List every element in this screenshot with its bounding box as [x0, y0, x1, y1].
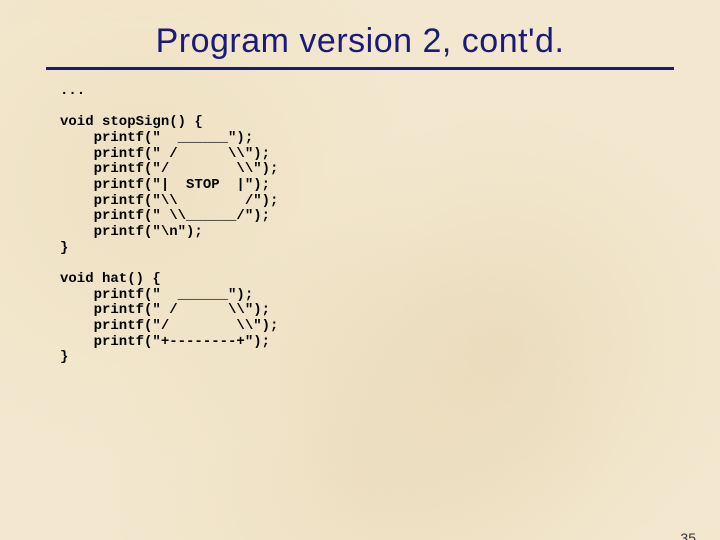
code-hat-end: } [60, 349, 68, 365]
code-stopSign-end: } [60, 240, 68, 256]
code-stopSign-l5: printf("\\ /"); [60, 193, 278, 209]
code-hat-l3: printf("/ \\"); [60, 318, 278, 334]
code-stopSign-l3: printf("/ \\"); [60, 161, 278, 177]
code-hat-sig: void hat() { [60, 271, 161, 287]
code-stopSign-l6: printf(" \\______/"); [60, 208, 270, 224]
code-stopSign-l4: printf("| STOP |"); [60, 177, 270, 193]
code-stopSign-sig: void stopSign() { [60, 114, 203, 130]
slide-number: 35 [680, 530, 696, 540]
code-ellipsis: ... [60, 83, 85, 99]
code-hat-l4: printf("+--------+"); [60, 334, 270, 350]
slide-title: Program version 2, cont'd. [0, 22, 720, 61]
code-stopSign-l2: printf(" / \\"); [60, 146, 270, 162]
code-block: ... void stopSign() { printf(" ______");… [60, 84, 720, 366]
code-hat-l2: printf(" / \\"); [60, 302, 270, 318]
title-underline [46, 67, 674, 70]
code-stopSign-l1: printf(" ______"); [60, 130, 253, 146]
code-stopSign-l7: printf("\n"); [60, 224, 203, 240]
code-hat-l1: printf(" ______"); [60, 287, 253, 303]
